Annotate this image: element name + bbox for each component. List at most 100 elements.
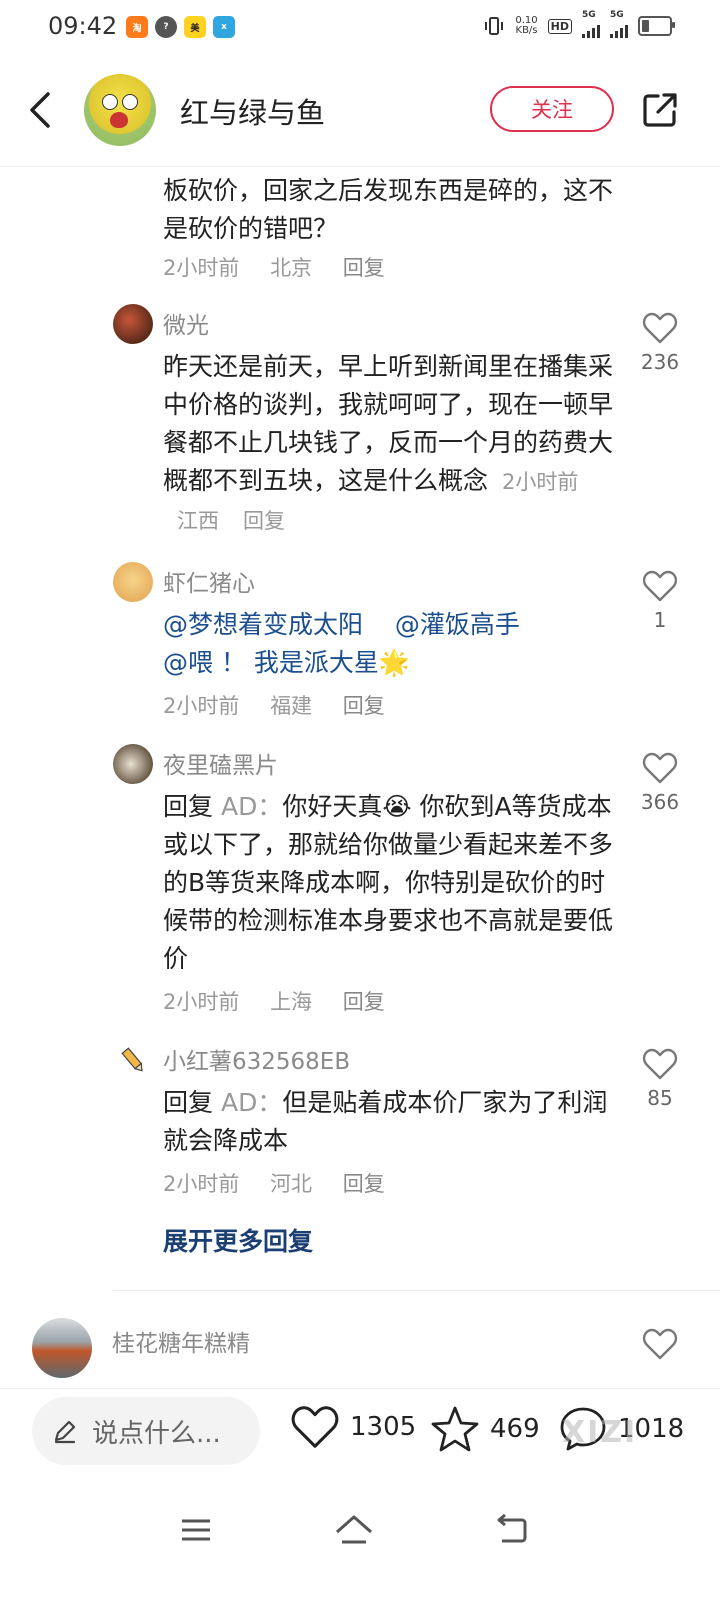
watermark: XIZI bbox=[562, 1415, 638, 1450]
comment-location: 北京 bbox=[270, 256, 313, 280]
like-count: 1 bbox=[653, 608, 667, 632]
comment-list: 板砍价，回家之后发现东西是碎的，这不是砍价的错吧？ 2小时前 北京 回复 微光 … bbox=[0, 168, 720, 1400]
comment-input[interactable]: 说点什么... bbox=[32, 1397, 260, 1465]
reply-button[interactable]: 回复 bbox=[343, 694, 385, 718]
comment-meta: 2小时前 北京 回复 bbox=[163, 252, 409, 282]
comment-username[interactable]: 夜里磕黑片 bbox=[163, 746, 278, 780]
avatar[interactable] bbox=[32, 1318, 92, 1378]
reply-button[interactable]: 回复 bbox=[343, 1172, 385, 1196]
back-nav-button[interactable] bbox=[494, 1512, 534, 1552]
comment-time: 2小时前 bbox=[163, 1172, 240, 1196]
xianyu-icon: x bbox=[213, 16, 235, 38]
comment-username[interactable]: 桂花糖年糕精 bbox=[112, 1324, 250, 1358]
menu-nav-button[interactable] bbox=[178, 1512, 218, 1552]
meituan-icon: 美 bbox=[184, 16, 206, 38]
reply-button[interactable]: 回复 bbox=[343, 256, 385, 280]
avatar[interactable] bbox=[113, 1040, 153, 1080]
net-speed-unit: KB/s bbox=[515, 25, 538, 36]
mention-link[interactable]: @梦想着变成太阳 bbox=[163, 610, 363, 639]
status-indicators: 0.10 KB/s HD 5G 5G bbox=[483, 10, 675, 38]
like-button[interactable]: 366 bbox=[640, 752, 680, 814]
hd-badge: HD bbox=[547, 18, 572, 34]
star-icon bbox=[431, 1406, 479, 1452]
author-name[interactable]: 红与绿与鱼 bbox=[180, 90, 325, 132]
back-nav-icon bbox=[497, 1513, 527, 1543]
expand-more-replies[interactable]: 展开更多回复 bbox=[163, 1222, 313, 1258]
heart-icon bbox=[642, 570, 678, 602]
sim1-label: 5G bbox=[582, 10, 596, 20]
comment-username[interactable]: 虾仁猪心 bbox=[163, 564, 255, 598]
browser-icon: ? bbox=[155, 16, 177, 38]
like-button[interactable]: 85 bbox=[640, 1048, 680, 1110]
comment-meta: 2小时前 河北 回复 bbox=[163, 1168, 409, 1198]
back-arrow-icon bbox=[30, 92, 50, 128]
avatar[interactable] bbox=[113, 744, 153, 784]
comment-time: 2小时前 bbox=[502, 470, 579, 494]
favorite-button[interactable]: 469 bbox=[430, 1405, 540, 1453]
vibrate-icon bbox=[485, 17, 504, 35]
status-time: 09:42 bbox=[48, 12, 118, 40]
comment-username[interactable]: 小红薯632568EB bbox=[163, 1042, 350, 1076]
sim2-label: 5G bbox=[610, 10, 624, 20]
comment-text: 板砍价，回家之后发现东西是碎的，这不是砍价的错吧？ bbox=[163, 176, 614, 243]
reply-button[interactable]: 回复 bbox=[343, 990, 385, 1014]
system-nav-bar bbox=[0, 1490, 720, 1570]
home-nav-button[interactable] bbox=[334, 1512, 374, 1552]
like-count: 236 bbox=[640, 350, 680, 374]
comment-meta: 2小时前 福建 回复 bbox=[163, 690, 409, 720]
star-emoji: 🌟 bbox=[378, 648, 411, 677]
comment-text: 回复 AD：你好天真😭 你砍到A等货成本或以下了，那就给你做量少看起来差不多的B… bbox=[163, 788, 613, 978]
like-post-button[interactable]: 1305 bbox=[290, 1405, 416, 1449]
heart-icon bbox=[642, 1328, 678, 1360]
signal-icon-sim1: 5G bbox=[582, 10, 600, 38]
signal-icon-sim2: 5G bbox=[610, 10, 628, 38]
author-avatar[interactable] bbox=[84, 74, 156, 146]
reply-prefix: 回复 bbox=[163, 792, 214, 821]
comment-location: 江西 bbox=[177, 509, 219, 533]
reply-prefix: 回复 bbox=[163, 1088, 214, 1117]
comment-body: 你好天真 bbox=[282, 792, 383, 821]
battery-icon bbox=[638, 16, 675, 36]
comment-text: 昨天还是前天，早上听到新闻里在播集采中价格的谈判，我就呵呵了，现在一顿早餐都不止… bbox=[163, 348, 613, 540]
heart-icon bbox=[642, 312, 678, 344]
mention-link[interactable]: @灌饭高手 bbox=[395, 610, 520, 639]
like-button[interactable] bbox=[640, 1328, 680, 1360]
comment-text: 回复 AD：但是贴着成本价厂家为了利润就会降成本 bbox=[163, 1084, 613, 1160]
bottom-action-bar: 说点什么... 1305 469 1018 XIZI bbox=[0, 1388, 720, 1481]
post-header: 红与绿与鱼 关注 bbox=[0, 62, 720, 167]
avatar[interactable] bbox=[113, 304, 153, 344]
status-bar: 09:42 淘 ? 美 x 0.10 KB/s HD 5G 5G bbox=[0, 0, 720, 56]
comment-location: 上海 bbox=[270, 990, 313, 1014]
crying-emoji: 😭 bbox=[382, 792, 412, 821]
pencil-avatar-icon bbox=[121, 1047, 143, 1072]
follow-button[interactable]: 关注 bbox=[490, 86, 614, 132]
like-count: 366 bbox=[640, 790, 680, 814]
heart-icon bbox=[642, 752, 678, 784]
like-count: 85 bbox=[647, 1086, 673, 1110]
reply-target[interactable]: AD： bbox=[221, 792, 282, 821]
comment-time: 2小时前 bbox=[163, 990, 240, 1014]
taobao-icon: 淘 bbox=[126, 16, 148, 38]
heart-icon bbox=[291, 1406, 339, 1448]
comment-text: @梦想着变成太阳 @灌饭高手 @喂 ！ 我是派大星🌟 bbox=[163, 606, 613, 682]
network-speed: 0.10 KB/s bbox=[515, 16, 537, 36]
post-star-count: 469 bbox=[490, 1414, 540, 1444]
comment-time: 2小时前 bbox=[163, 256, 240, 280]
share-icon bbox=[643, 93, 677, 127]
back-button[interactable] bbox=[24, 88, 64, 132]
comment-location: 福建 bbox=[270, 694, 313, 718]
avatar[interactable] bbox=[113, 562, 153, 602]
like-button[interactable]: 1 bbox=[640, 570, 680, 632]
comment-input-placeholder: 说点什么... bbox=[92, 1418, 221, 1449]
pencil-icon bbox=[54, 1420, 76, 1444]
reply-target[interactable]: AD： bbox=[221, 1088, 282, 1117]
comment-username[interactable]: 微光 bbox=[163, 306, 209, 340]
share-button[interactable] bbox=[640, 90, 680, 130]
post-like-count: 1305 bbox=[350, 1412, 417, 1442]
menu-icon bbox=[182, 1519, 210, 1541]
comment-meta: 2小时前 上海 回复 bbox=[163, 986, 409, 1016]
like-button[interactable]: 236 bbox=[640, 312, 680, 374]
home-icon bbox=[336, 1515, 372, 1544]
reply-button[interactable]: 回复 bbox=[243, 509, 285, 533]
mention-link[interactable]: @喂 ！ 我是派大星 bbox=[163, 648, 379, 677]
